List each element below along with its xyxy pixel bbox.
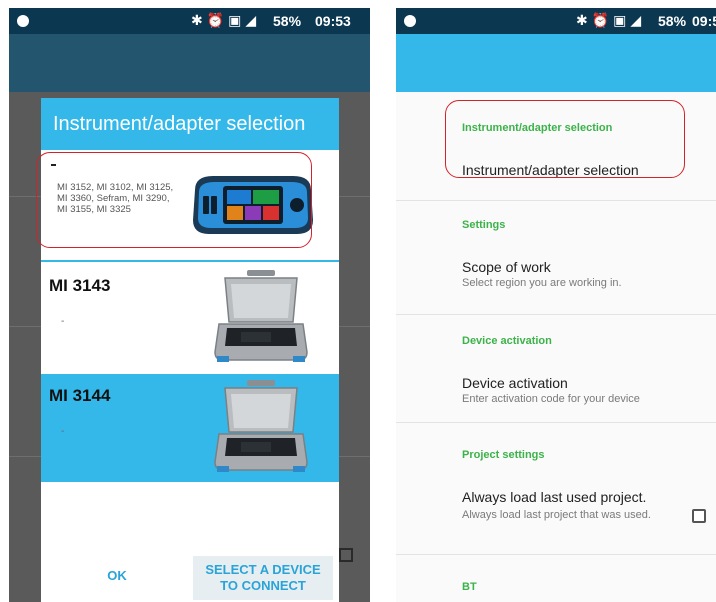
sim-icon: ▣ [228,12,246,28]
pref-scope-of-work[interactable]: Scope of work [462,259,551,275]
alarm-icon: ⏰ [591,12,614,28]
status-icons: ✱⏰▣◢ [191,12,260,29]
battery-percent: 58% [658,13,687,29]
select-device-label-line2: TO CONNECT [220,578,306,593]
right-phone-screen: ✱⏰▣◢ 58% 09:53 Instrument/adapter select… [396,8,716,602]
signal-icon: ◢ [630,12,646,28]
section-project-settings: Project settings Always load last used p… [396,422,716,552]
select-device-button[interactable]: SELECT A DEVICE TO CONNECT [193,556,333,600]
clock: 09:53 [692,13,716,29]
pref-always-load-project[interactable]: Always load last used project. [462,489,646,505]
annotation-highlight [36,152,312,248]
category-header: BT [462,581,477,593]
device-name: MI 3143 [49,276,111,295]
status-icons: ✱⏰▣◢ [576,12,645,29]
device-subtitle: - [61,316,65,327]
device-item-mi3143[interactable]: MI 3143 - [41,264,339,372]
left-phone-screen: ✱⏰▣◢ 58% 09:53 Instrument/adapter select… [9,8,370,602]
device-name: MI 3144 [49,386,111,405]
background-checkbox [339,548,353,562]
pref-device-activation[interactable]: Device activation [462,375,568,391]
always-load-checkbox[interactable] [692,509,706,523]
category-header: Settings [462,219,506,231]
signal-icon: ◢ [245,12,261,28]
section-bt: BT [396,554,716,602]
case-device-image [214,380,308,472]
alarm-icon: ⏰ [206,12,229,28]
pref-scope-summary: Select region you are working in. [462,277,622,289]
pref-activation-summary: Enter activation code for your device [462,393,640,405]
sim-icon: ▣ [613,12,631,28]
category-header: Project settings [462,449,545,461]
notification-dot-icon [17,15,29,27]
app-bar [396,34,716,92]
case-device-image [214,270,308,362]
status-bar: ✱⏰▣◢ 58% 09:53 [9,8,370,34]
notification-dot-icon [404,15,416,27]
section-device-activation: Device activation Device activation Ente… [396,314,716,422]
select-device-label-line1: SELECT A DEVICE [205,562,321,577]
ok-button[interactable]: OK [99,568,135,584]
status-bar: ✱⏰▣◢ 58% 09:53 [396,8,716,34]
pref-always-load-summary: Always load last project that was used. [462,509,651,521]
device-item-mi3144[interactable]: MI 3144 - [41,374,339,482]
category-header: Device activation [462,335,552,347]
clock: 09:53 [315,13,351,29]
battery-percent: 58% [273,13,302,29]
bluetooth-icon: ✱ [576,12,592,28]
device-subtitle: - [61,426,65,437]
app-bar [9,34,370,92]
dialog-title: Instrument/adapter selection [41,98,339,150]
section-settings: Settings Scope of work Select region you… [396,200,716,314]
annotation-highlight [445,100,685,178]
bluetooth-icon: ✱ [191,12,207,28]
